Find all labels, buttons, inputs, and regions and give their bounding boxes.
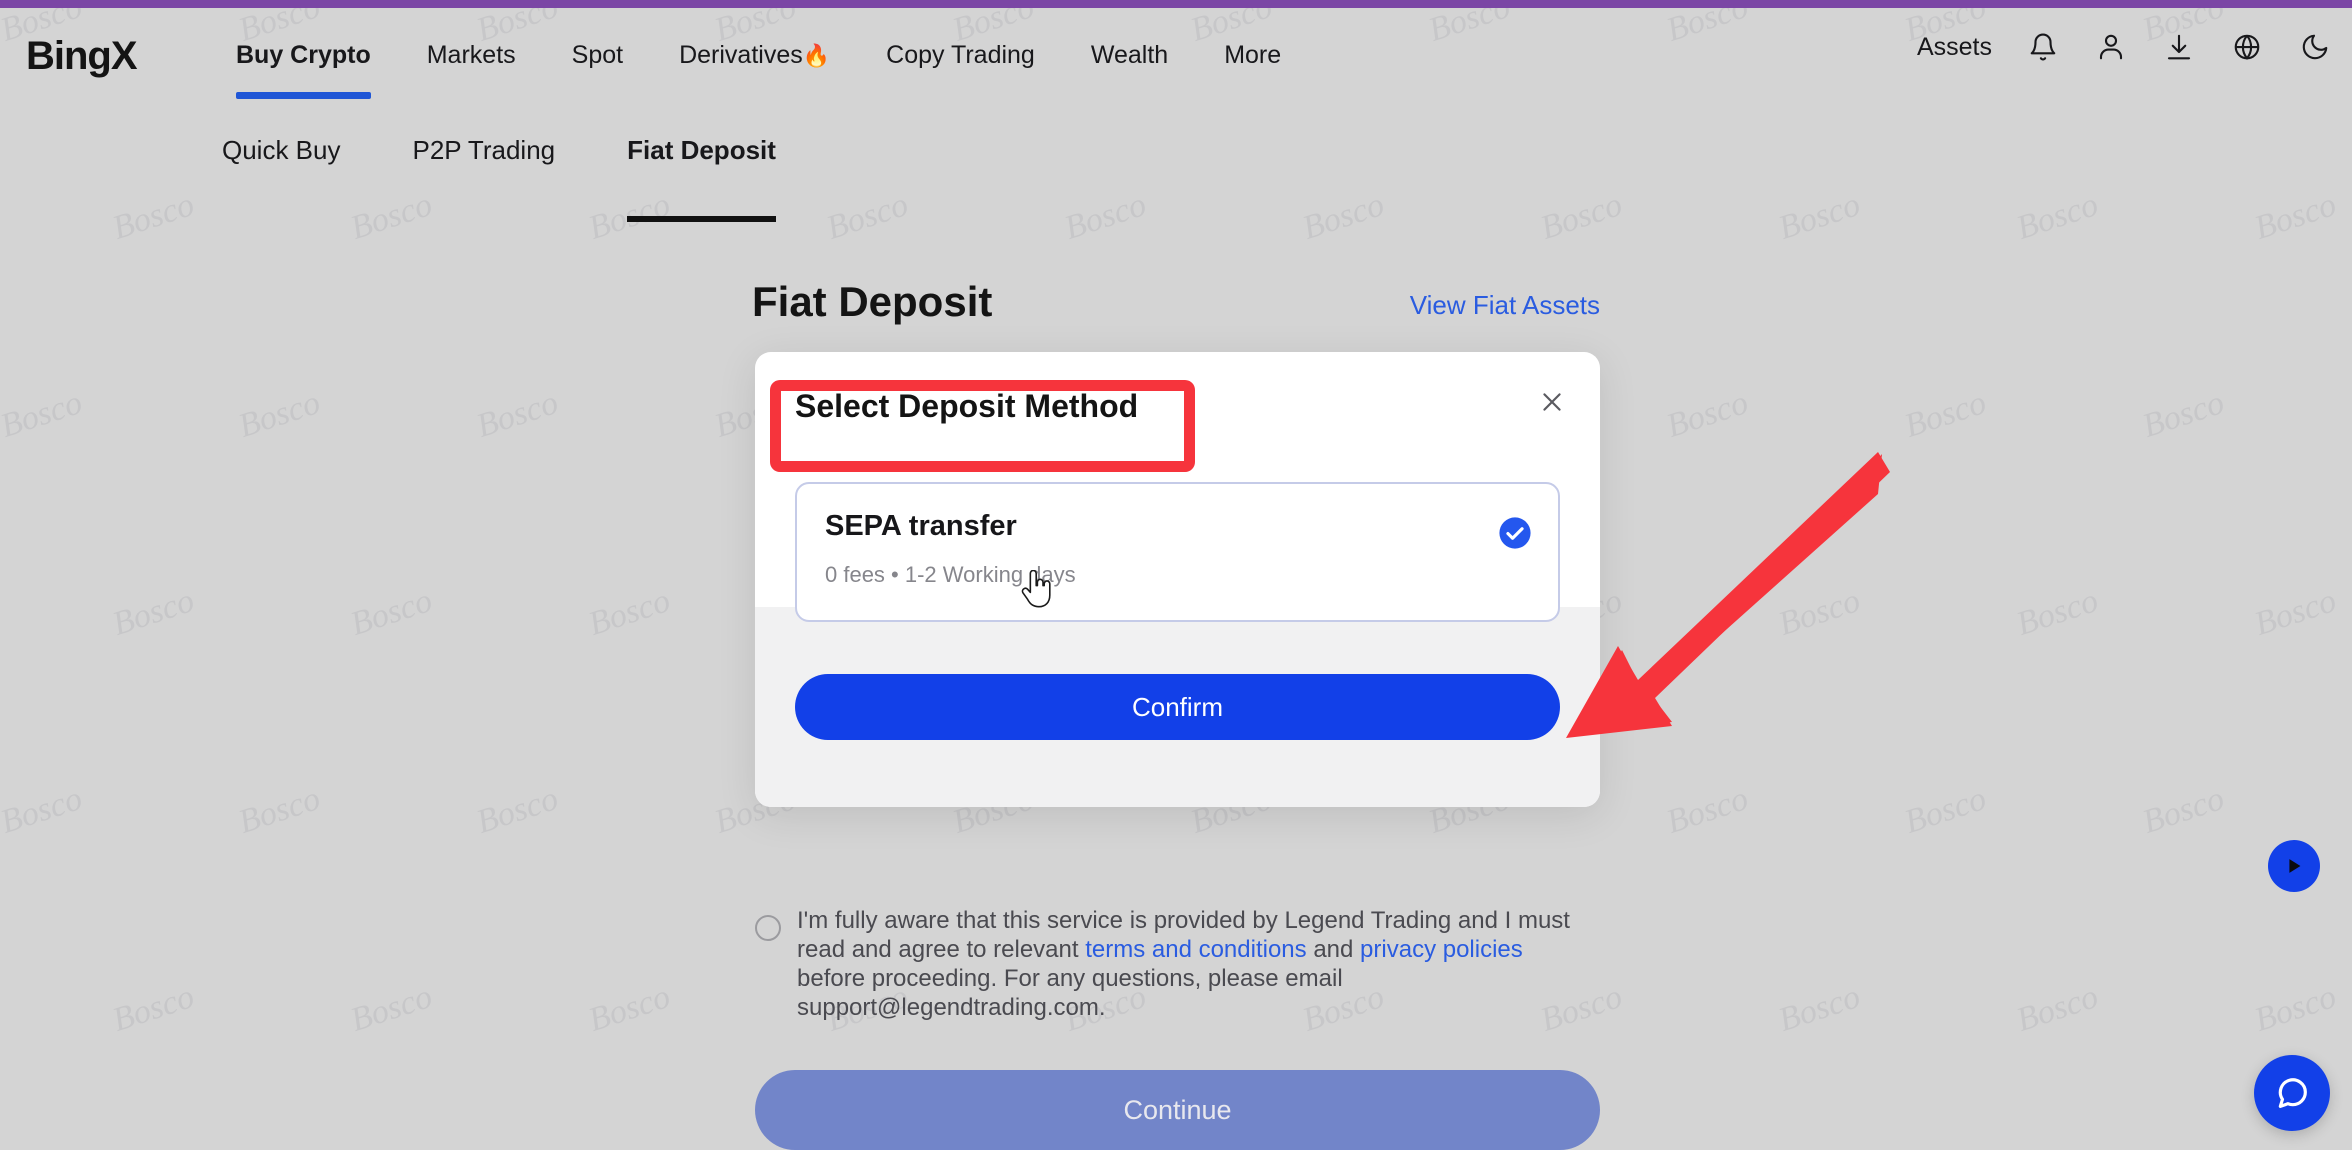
privacy-policies-link[interactable]: privacy policies [1360,936,1523,963]
nav-item-derivatives[interactable]: Derivatives🔥 [651,38,858,73]
nav-item-wealth[interactable]: Wealth [1063,38,1196,72]
confirm-button[interactable]: Confirm [795,674,1560,740]
nav-label: Copy Trading [886,41,1035,69]
nav-label: Wealth [1090,41,1169,69]
disclaimer-text: I'm fully aware that this service is pro… [797,906,1575,1022]
continue-button[interactable]: Continue [755,1070,1600,1150]
subnav-label: P2P Trading [412,135,556,165]
subnav-label: Quick Buy [222,135,341,165]
nav-label: Buy Crypto [236,41,371,69]
disclaimer-row: I'm fully aware that this service is pro… [755,906,1575,1022]
header-actions: Assets [1917,30,2332,64]
bingx-logo[interactable]: BingX [26,34,138,79]
subnav-item-fiat-deposit[interactable]: Fiat Deposit [591,130,812,222]
deposit-method-card-sepa[interactable]: SEPA transfer 0 fees • 1-2 Working days [795,482,1560,622]
disclaimer-part2: before proceeding. For any questions, pl… [797,965,1343,1021]
page-title: Fiat Deposit [752,278,993,325]
subnav-label: Fiat Deposit [627,135,776,165]
play-icon-button[interactable] [2268,840,2320,892]
person-icon[interactable] [2094,30,2128,64]
close-icon[interactable] [1532,382,1572,422]
site-header: BingX Buy Crypto Markets Spot Derivative… [0,8,2352,99]
bingx-fiat-deposit-page: Bosco Bosco Bosco Bosco Bosco Bosco Bosco Bosco… [0,0,2352,1150]
moon-icon[interactable] [2298,30,2332,64]
nav-label: Derivatives [679,41,803,69]
modal-title: Select Deposit Method [795,388,1139,424]
nav-label: Spot [571,41,624,69]
select-deposit-method-modal: Select Deposit Method SEPA transfer 0 fe… [755,352,1600,807]
bell-icon[interactable] [2026,30,2060,64]
nav-item-copy-trading[interactable]: Copy Trading [858,38,1063,72]
subnav-item-p2p-trading[interactable]: P2P Trading [377,130,592,170]
assets-link[interactable]: Assets [1917,33,1992,62]
subnav-item-quick-buy[interactable]: Quick Buy [186,130,377,170]
method-name: SEPA transfer [825,510,1017,542]
nav-label: Markets [426,41,516,69]
nav-item-spot[interactable]: Spot [544,38,651,72]
disclaimer-radio[interactable] [755,915,781,941]
sub-nav: Quick Buy P2P Trading Fiat Deposit [0,130,2352,222]
nav-label: More [1224,41,1282,69]
main-nav: Buy Crypto Markets Spot Derivatives🔥 Cop… [208,38,1309,99]
disclaimer-mid: and [1306,936,1361,963]
nav-item-buy-crypto[interactable]: Buy Crypto [208,38,399,99]
check-circle-icon [1498,516,1532,550]
chat-support-button[interactable] [2254,1055,2330,1131]
fire-icon: 🔥 [802,43,831,68]
nav-item-markets[interactable]: Markets [399,38,544,72]
method-meta: 0 fees • 1-2 Working days [825,562,1076,587]
browser-top-strip [0,0,2352,8]
terms-and-conditions-link[interactable]: terms and conditions [1085,936,1306,963]
nav-item-more[interactable]: More [1196,38,1309,72]
download-icon[interactable] [2162,30,2196,64]
globe-icon[interactable] [2230,30,2264,64]
view-fiat-assets-link[interactable]: View Fiat Assets [1410,290,1600,321]
